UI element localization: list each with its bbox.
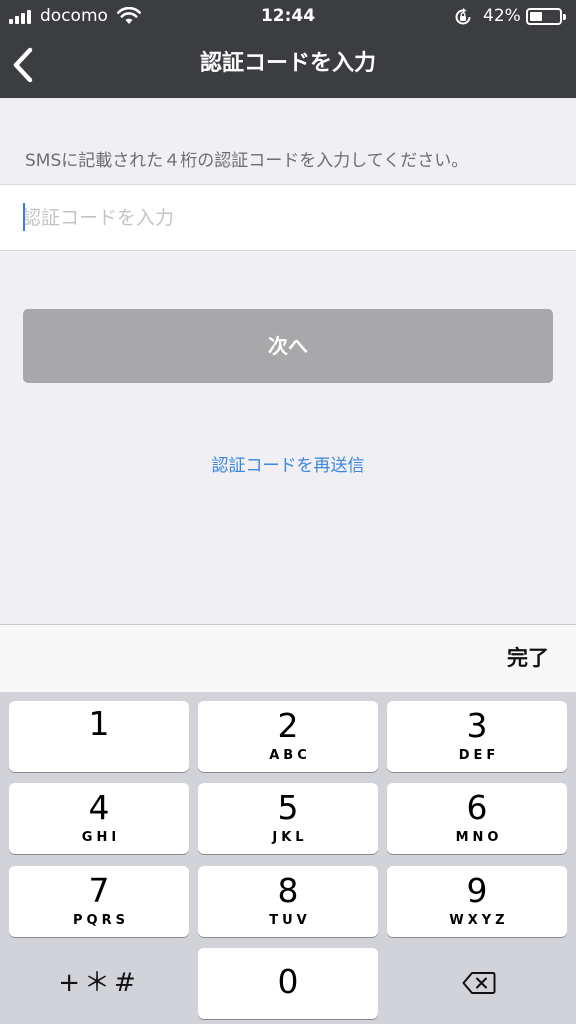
next-button[interactable]: 次へ [23, 309, 553, 383]
navigation-header: docomo 12:44 42% 認証コードを入力 [0, 0, 576, 98]
key-7[interactable]: 7 PQRS [9, 866, 189, 937]
key-8[interactable]: 8 TUV [198, 866, 378, 937]
key-letters: PQRS [73, 913, 129, 928]
key-4[interactable]: 4 GHI [9, 783, 189, 854]
delete-key[interactable] [387, 948, 567, 1019]
battery-icon [526, 8, 566, 25]
key-3[interactable]: 3 DEF [387, 701, 567, 772]
key-digit: 6 [466, 788, 488, 827]
key-letters: ABC [269, 748, 311, 763]
keyboard-accessory-bar: 完了 [0, 624, 576, 692]
text-cursor [23, 203, 25, 231]
key-letters: DEF [458, 748, 500, 763]
rotation-lock-icon [455, 8, 471, 25]
done-button[interactable]: 完了 [507, 643, 549, 673]
key-digit: 7 [88, 871, 110, 910]
code-input-row [0, 184, 576, 251]
key-digit: 2 [277, 706, 299, 745]
battery-percentage: 42% [483, 6, 521, 26]
key-9[interactable]: 9 WXYZ [387, 866, 567, 937]
key-letters: TUV [269, 913, 311, 928]
key-digit: 5 [277, 788, 299, 827]
key-digit: 8 [277, 871, 299, 910]
key-letters: JKL [272, 830, 308, 845]
key-digit: 9 [466, 871, 488, 910]
key-letters: GHI [81, 830, 121, 845]
verification-code-input[interactable] [22, 185, 552, 250]
key-letters: WXYZ [449, 913, 509, 928]
key-digit: 3 [466, 706, 488, 745]
key-digit: 4 [88, 788, 110, 827]
key-5[interactable]: 5 JKL [198, 783, 378, 854]
key-6[interactable]: 6 MNO [387, 783, 567, 854]
backspace-icon [462, 972, 496, 994]
status-bar: docomo 12:44 42% [0, 0, 576, 34]
key-digit: 0 [277, 962, 299, 1001]
resend-code-link[interactable]: 認証コードを再送信 [0, 452, 576, 480]
symbols-key[interactable]: +＊# [9, 948, 189, 1019]
key-2[interactable]: 2 ABC [198, 701, 378, 772]
instruction-text: SMSに記載された４桁の認証コードを入力してください。 [25, 151, 469, 171]
page-title: 認証コードを入力 [199, 51, 376, 76]
numeric-keypad: 1 2 ABC 3 DEF 4 GHI 5 JKL 6 MNO 7 PQRS 8… [0, 692, 576, 1024]
key-0[interactable]: 0 [198, 948, 378, 1019]
key-digit: 1 [88, 704, 110, 743]
key-letters: MNO [455, 830, 503, 845]
key-1[interactable]: 1 [9, 701, 189, 772]
